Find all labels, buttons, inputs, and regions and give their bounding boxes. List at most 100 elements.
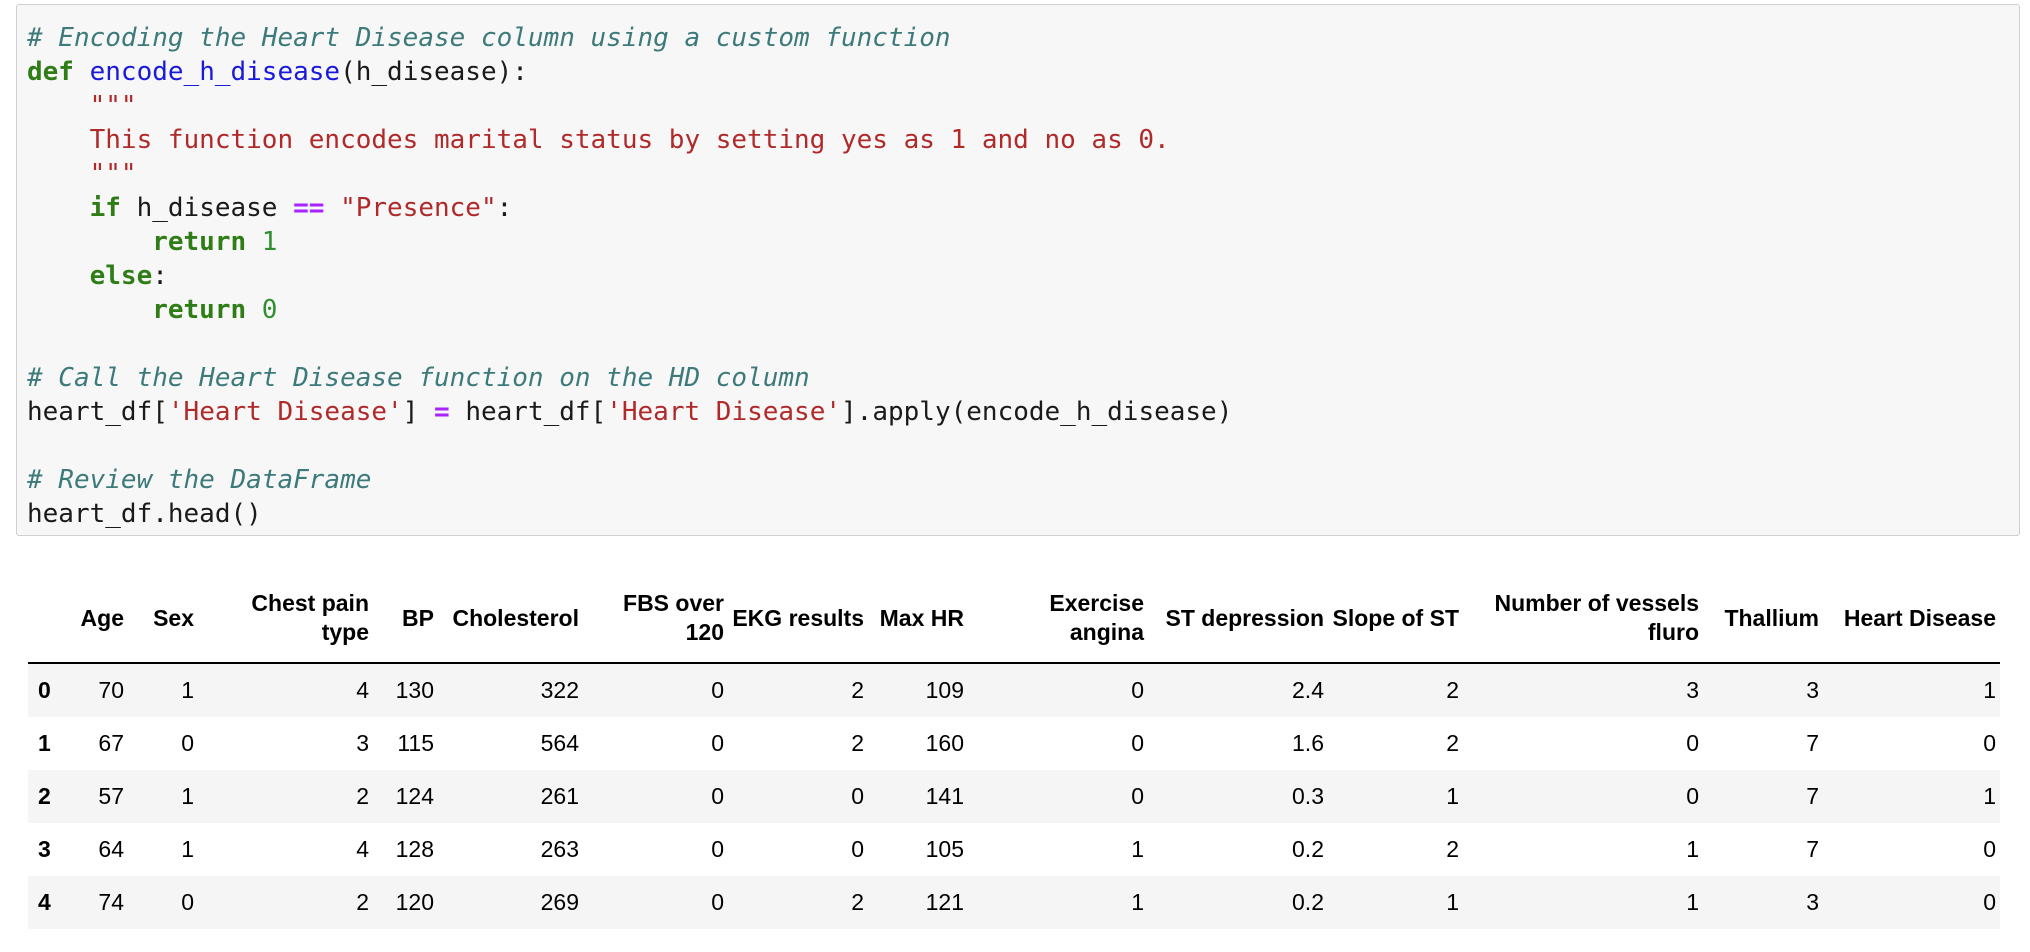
- code-line-docstring-open: """: [27, 91, 137, 121]
- table-cell: 0: [1131, 730, 1144, 756]
- table-cell: 0.2: [1292, 836, 1324, 862]
- table-cell: 261: [540, 783, 579, 809]
- table-cell: 3: [356, 730, 369, 756]
- code-line-def: def encode_h_disease(h_disease):: [27, 57, 528, 87]
- code-line-else: else:: [27, 261, 168, 291]
- row-index: 4: [38, 889, 51, 915]
- table-cell: 67: [98, 730, 124, 756]
- table-cell: 1: [181, 783, 194, 809]
- table-cell: 0: [711, 783, 724, 809]
- table-cell: 3: [1806, 889, 1819, 915]
- code-line-docstring-close: """: [27, 159, 137, 189]
- table-cell: 109: [925, 677, 964, 703]
- table-cell: 120: [395, 889, 434, 915]
- table-cell: 0: [1983, 730, 1996, 756]
- table-cell: 2.4: [1292, 677, 1324, 703]
- table-cell: 1: [1686, 889, 1699, 915]
- table-cell: 322: [540, 677, 579, 703]
- table-cell: 2: [356, 783, 369, 809]
- table-cell: 0: [1983, 836, 1996, 862]
- column-header: Thallium: [1703, 574, 1823, 664]
- table-cell: 7: [1806, 730, 1819, 756]
- column-header: Max HR: [868, 574, 968, 664]
- table-cell: 1: [1686, 836, 1699, 862]
- row-index: 3: [38, 836, 51, 862]
- code-line-return-0: return 0: [27, 295, 278, 325]
- column-header: Exercise angina: [968, 574, 1148, 664]
- table-cell: 160: [925, 730, 964, 756]
- row-index: 2: [38, 783, 51, 809]
- table-cell: 74: [98, 889, 124, 915]
- table-cell: 269: [540, 889, 579, 915]
- table-cell: 2: [356, 889, 369, 915]
- table-cell: 64: [98, 836, 124, 862]
- table-cell: 70: [98, 677, 124, 703]
- table-cell: 263: [540, 836, 579, 862]
- column-header: Slope of ST: [1328, 574, 1463, 664]
- table-row: 0 70 1 4 130 322 0 2 109 0 2.4 2 3 3 1: [28, 663, 2000, 717]
- column-header: Sex: [128, 574, 198, 664]
- table-cell: 115: [397, 730, 434, 756]
- row-index: 1: [38, 730, 51, 756]
- table-cell: 1.6: [1292, 730, 1324, 756]
- table-cell: 0: [711, 730, 724, 756]
- code-line-if: if h_disease == "Presence":: [27, 193, 513, 223]
- table-cell: 2: [851, 677, 864, 703]
- column-header: EKG results: [728, 574, 868, 664]
- table-cell: 0: [711, 677, 724, 703]
- code-line-apply: heart_df['Heart Disease'] = heart_df['He…: [27, 397, 1233, 427]
- column-header: BP: [373, 574, 438, 664]
- code-line-docstring: This function encodes marital status by …: [27, 125, 1170, 155]
- column-header-index: [28, 574, 58, 664]
- table-cell: 1: [1131, 836, 1144, 862]
- table-cell: 2: [1446, 677, 1459, 703]
- table-cell: 0: [1983, 889, 1996, 915]
- table-cell: 1: [1446, 783, 1459, 809]
- column-header: Age: [58, 574, 128, 664]
- code-line-comment-call: # Call the Heart Disease function on the…: [27, 363, 810, 393]
- table-cell: 7: [1806, 783, 1819, 809]
- table-cell: 121: [925, 889, 964, 915]
- code-line-head: heart_df.head(): [27, 499, 262, 529]
- code-line-return-1: return 1: [27, 227, 278, 257]
- table-row: 3 64 1 4 128 263 0 0 105 1 0.2 2 1 7 0: [28, 823, 2000, 876]
- table-cell: 0: [1131, 677, 1144, 703]
- table-cell: 57: [98, 783, 124, 809]
- table-cell: 4: [356, 836, 369, 862]
- table-cell: 124: [395, 783, 434, 809]
- column-header: FBS over 120: [583, 574, 728, 664]
- table-cell: 0: [851, 783, 864, 809]
- column-header: Cholesterol: [438, 574, 583, 664]
- column-header: ST depression: [1148, 574, 1328, 664]
- table-cell: 4: [356, 677, 369, 703]
- table-header-row: Age Sex Chest pain type BP Cholesterol F…: [28, 574, 2000, 664]
- table-body: 0 70 1 4 130 322 0 2 109 0 2.4 2 3 3 1 1 67 0 3 115 564 0 2 160…: [28, 663, 2000, 929]
- table-cell: 2: [1446, 730, 1459, 756]
- table-cell: 141: [925, 783, 964, 809]
- table-row: 2 57 1 2 124 261 0 0 141 0 0.3 1 0 7 1: [28, 770, 2000, 823]
- code-line-comment: # Encoding the Heart Disease column usin…: [27, 23, 951, 53]
- table-row: 1 67 0 3 115 564 0 2 160 0 1.6 2 0 7 0: [28, 717, 2000, 770]
- table-cell: 2: [1446, 836, 1459, 862]
- table-cell: 1: [1131, 889, 1144, 915]
- table-cell: 0: [1131, 783, 1144, 809]
- table-cell: 0: [711, 836, 724, 862]
- table-cell: 0: [1686, 730, 1699, 756]
- table-cell: 1: [1446, 889, 1459, 915]
- code-cell-input[interactable]: # Encoding the Heart Disease column usin…: [16, 4, 2020, 536]
- row-index: 0: [38, 677, 51, 703]
- cell-output: Age Sex Chest pain type BP Cholesterol F…: [28, 574, 2000, 929]
- table-cell: 105: [925, 836, 964, 862]
- table-cell: 3: [1806, 677, 1819, 703]
- code-line-comment-review: # Review the DataFrame: [27, 465, 372, 495]
- column-header: Heart Disease: [1823, 574, 2000, 664]
- table-cell: 2: [851, 889, 864, 915]
- table-cell: 0: [851, 836, 864, 862]
- table-cell: 564: [540, 730, 579, 756]
- table-cell: 128: [395, 836, 434, 862]
- table-cell: 0: [711, 889, 724, 915]
- table-cell: 1: [1983, 783, 1996, 809]
- dataframe-table: Age Sex Chest pain type BP Cholesterol F…: [28, 574, 2000, 929]
- table-cell: 3: [1686, 677, 1699, 703]
- table-cell: 0.3: [1292, 783, 1324, 809]
